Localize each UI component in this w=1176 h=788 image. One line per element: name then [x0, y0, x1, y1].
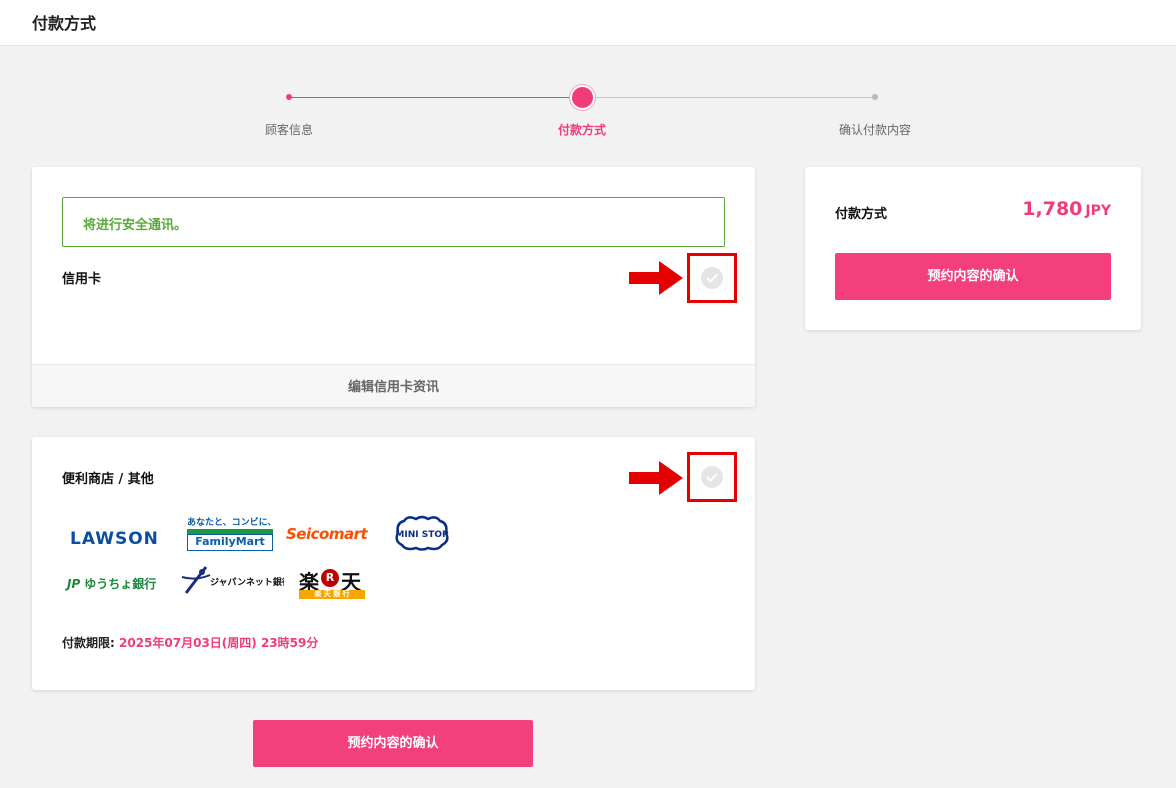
japannet-bank-logo: ジャパンネット銀行 — [181, 566, 284, 594]
summary-amount: 1,780 JPY — [1022, 198, 1111, 220]
svg-text:MINI STOP: MINI STOP — [395, 530, 449, 540]
convenience-store-title: 便利商店 / 其他 — [62, 472, 154, 487]
red-arrow-icon — [629, 461, 683, 495]
convenience-store-option[interactable]: 便利商店 / 其他 LAWSON あなたと、コンビに、 FamilyMart S… — [32, 437, 755, 690]
confirm-reservation-button[interactable]: 预约内容的确认 — [253, 720, 533, 767]
payment-deadline: 付款期限: 2025年07月03日(周四) 23時59分 — [62, 634, 318, 651]
step-line-done — [289, 97, 582, 98]
step-dot-payment-method — [570, 85, 595, 110]
credit-card-title: 信用卡 — [62, 272, 102, 287]
secure-notice-text: 将进行安全通讯。 — [83, 218, 188, 233]
rakuten-bank-logo: 楽 R 天 楽 天 銀 行 — [299, 566, 365, 600]
step-label-customer-info: 顾客信息 — [264, 123, 313, 137]
lawson-logo: LAWSON — [70, 529, 159, 549]
step-dot-confirm — [872, 94, 878, 100]
svg-text:ジャパンネット銀行: ジャパンネット銀行 — [210, 576, 284, 588]
top-bar: 付款方式 — [0, 0, 1176, 46]
step-label-payment-method: 付款方式 — [557, 123, 606, 137]
yucho-bank-logo: JP ゆうちょ銀行 — [67, 577, 157, 591]
payment-summary: 付款方式 1,780 JPY 预约内容的确认 — [805, 167, 1141, 330]
step-line-todo — [582, 97, 875, 98]
summary-label: 付款方式 — [835, 207, 888, 222]
summary-confirm-button[interactable]: 预约内容的确认 — [835, 253, 1111, 300]
secure-notice: 将进行安全通讯。 — [62, 197, 725, 247]
seicomart-logo: Seicomart — [286, 525, 368, 543]
deadline-value: 2025年07月03日(周四) 23時59分 — [119, 636, 319, 650]
red-arrow-icon — [629, 261, 683, 295]
edit-credit-card-label: 编辑信用卡资讯 — [347, 380, 439, 395]
page-title: 付款方式 — [32, 14, 97, 33]
step-dot-customer-info — [286, 94, 292, 100]
deadline-label: 付款期限: — [62, 636, 115, 650]
check-icon — [701, 466, 723, 488]
familymart-logo: あなたと、コンビに、 FamilyMart — [187, 515, 276, 551]
progress-stepper: 顾客信息 付款方式 确认付款内容 — [0, 80, 1176, 140]
convenience-store-radio[interactable] — [687, 452, 737, 502]
check-icon — [701, 267, 723, 289]
credit-card-radio[interactable] — [687, 253, 737, 303]
credit-card-option[interactable]: 将进行安全通讯。 信用卡 编辑信用卡资讯 — [32, 167, 755, 407]
edit-credit-card-button[interactable]: 编辑信用卡资讯 — [32, 364, 755, 407]
step-label-confirm: 确认付款内容 — [838, 123, 911, 137]
ministop-logo: MINI STOP — [395, 515, 449, 551]
